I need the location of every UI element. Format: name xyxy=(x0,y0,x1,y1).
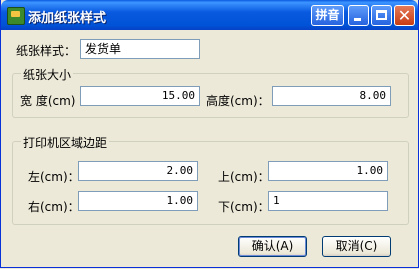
maximize-icon xyxy=(376,10,387,20)
app-icon xyxy=(7,7,25,25)
top-margin-label: 上(cm)： xyxy=(218,170,270,184)
paper-style-input[interactable]: 发货单 xyxy=(80,39,200,59)
dialog-window: 添加纸张样式 拼音 ✕ 纸张样式： 发货单 纸张大小 宽 度(cm) 15.00… xyxy=(0,0,419,268)
confirm-button[interactable]: 确认(A) xyxy=(238,236,307,257)
height-label: 高度(cm)： xyxy=(206,94,270,108)
height-input[interactable]: 8.00 xyxy=(272,86,391,106)
left-margin-label: 左(cm)： xyxy=(28,170,80,184)
bottom-margin-input[interactable]: 1 xyxy=(268,191,388,211)
paper-size-group-title: 纸张大小 xyxy=(21,66,74,83)
title-bar[interactable]: 添加纸张样式 拼音 ✕ xyxy=(1,0,418,30)
width-label: 宽 度(cm) xyxy=(20,94,76,108)
bottom-margin-label: 下(cm)： xyxy=(218,200,270,214)
right-margin-input[interactable]: 1.00 xyxy=(78,191,198,211)
width-input[interactable]: 15.00 xyxy=(80,86,200,106)
top-margin-input[interactable]: 1.00 xyxy=(268,161,388,181)
cancel-button[interactable]: 取消(C) xyxy=(322,236,391,257)
close-button[interactable]: ✕ xyxy=(394,5,415,26)
right-margin-label: 右(cm)： xyxy=(28,200,80,214)
minimize-button[interactable] xyxy=(348,5,369,26)
minimize-icon xyxy=(354,18,361,21)
margins-group-title: 打印机区域边距 xyxy=(21,134,110,151)
window-title: 添加纸张样式 xyxy=(28,11,107,26)
maximize-button[interactable] xyxy=(371,5,392,26)
left-margin-input[interactable]: 2.00 xyxy=(78,161,198,181)
paper-style-label: 纸张样式： xyxy=(16,44,77,58)
ime-pinyin-button[interactable]: 拼音 xyxy=(311,5,344,26)
close-icon: ✕ xyxy=(397,6,412,25)
